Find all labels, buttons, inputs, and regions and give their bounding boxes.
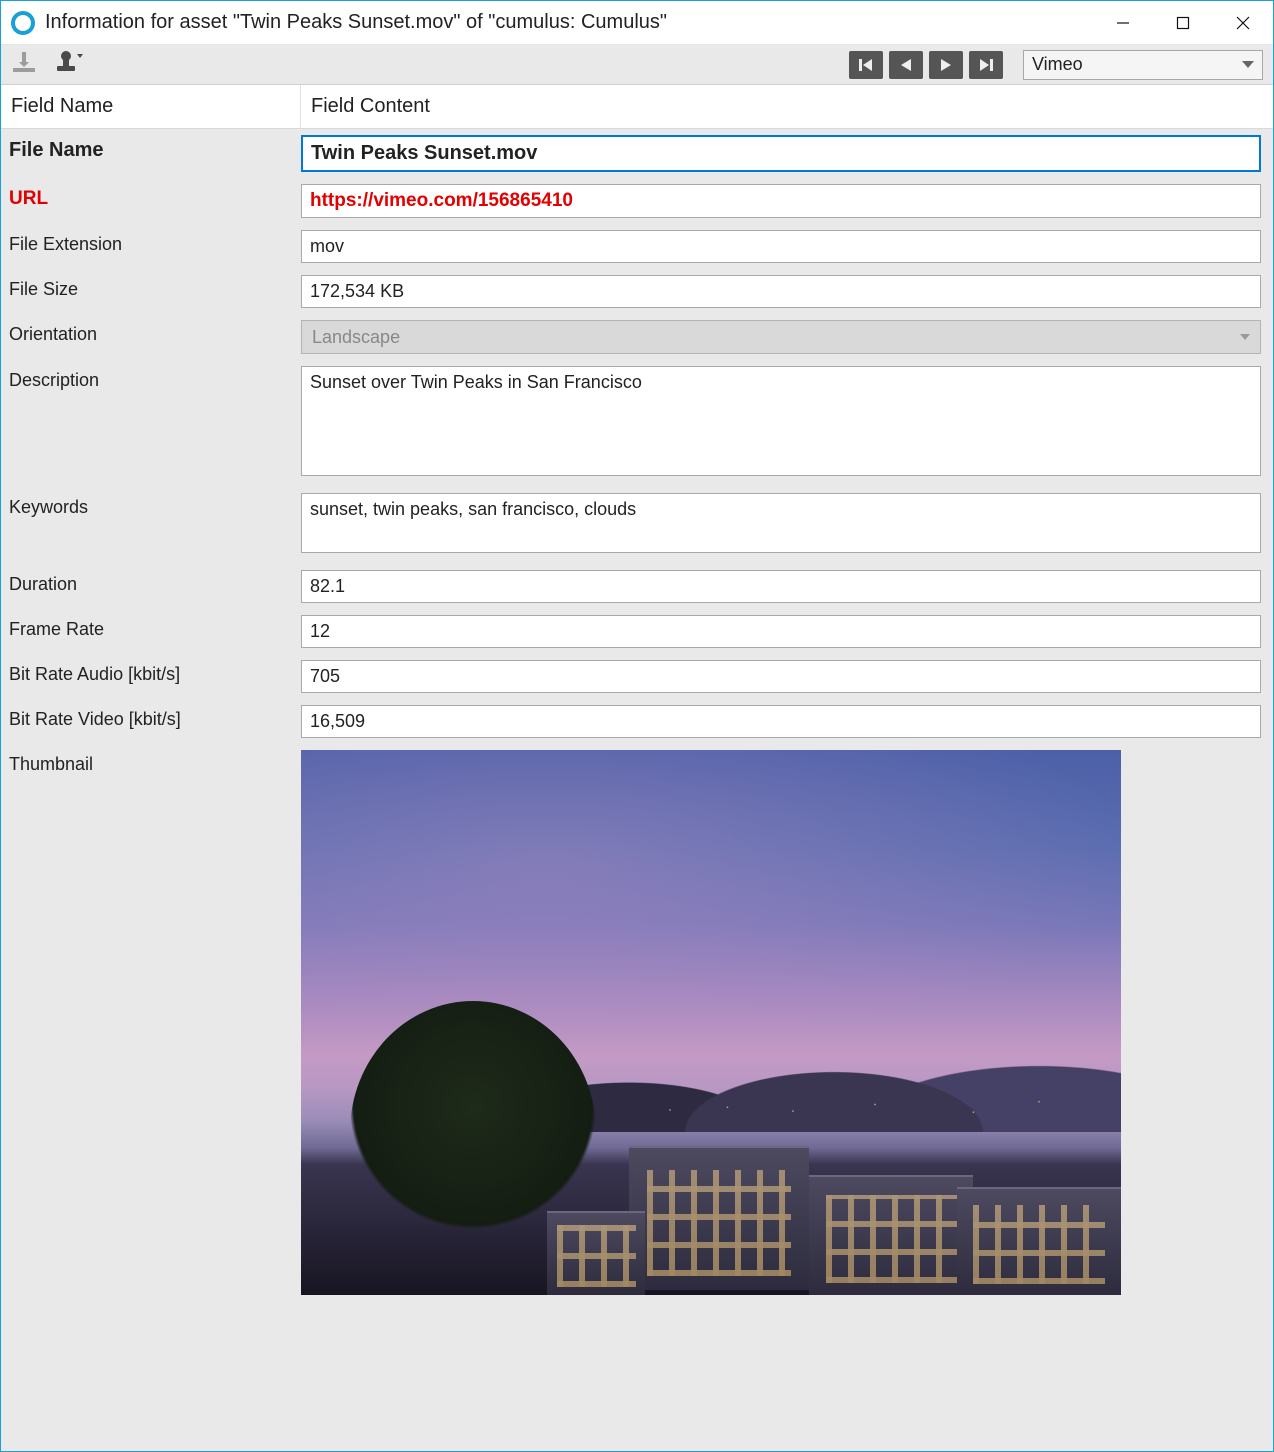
label-file-size: File Size [1,269,301,310]
thumbnail-image [301,750,1121,1295]
label-frame-rate: Frame Rate [1,609,301,650]
label-bit-rate-video: Bit Rate Video [kbit/s] [1,699,301,740]
stamp-icon[interactable] [55,50,85,79]
field-frame-rate: Frame Rate [1,609,1273,654]
nav-prev-icon [899,58,913,72]
nav-first-icon [858,58,874,72]
close-icon [1236,16,1250,30]
field-orientation: Orientation Landscape [1,314,1273,360]
field-duration: Duration [1,564,1273,609]
select-orientation-value: Landscape [312,327,400,348]
chevron-down-icon [1242,61,1254,68]
window-controls [1093,1,1273,44]
titlebar: Information for asset "Twin Peaks Sunset… [1,1,1273,45]
label-url: URL [1,178,301,220]
close-button[interactable] [1213,1,1273,44]
input-file-extension[interactable] [301,230,1261,263]
input-file-name[interactable] [301,135,1261,172]
input-url[interactable] [301,184,1261,218]
column-headers: Field Name Field Content [1,85,1273,129]
body: File Name URL File Extension File Size O [1,129,1273,1451]
field-bit-rate-audio: Bit Rate Audio [kbit/s] [1,654,1273,699]
scroll-pane[interactable]: File Name URL File Extension File Size O [1,129,1273,1451]
window: Information for asset "Twin Peaks Sunset… [0,0,1274,1452]
field-description: Description [1,360,1273,487]
field-bit-rate-video: Bit Rate Video [kbit/s] [1,699,1273,744]
input-description[interactable] [301,366,1261,476]
label-keywords: Keywords [1,487,301,528]
field-file-size: File Size [1,269,1273,314]
input-duration[interactable] [301,570,1261,603]
minimize-icon [1116,16,1130,30]
label-file-name: File Name [1,129,301,172]
label-duration: Duration [1,564,301,605]
nav-last-icon [978,58,994,72]
toolbar: Vimeo [1,45,1273,85]
chevron-down-icon [1240,334,1250,340]
select-orientation[interactable]: Landscape [301,320,1261,354]
nav-last-button[interactable] [969,51,1003,79]
field-file-extension: File Extension [1,224,1273,269]
label-thumbnail: Thumbnail [1,744,301,785]
input-keywords[interactable] [301,493,1261,553]
input-frame-rate[interactable] [301,615,1261,648]
maximize-icon [1176,16,1190,30]
label-file-extension: File Extension [1,224,301,265]
view-select[interactable]: Vimeo [1023,50,1263,80]
field-thumbnail: Thumbnail [1,744,1273,1309]
nav-next-icon [939,58,953,72]
nav-first-button[interactable] [849,51,883,79]
nav-next-button[interactable] [929,51,963,79]
input-file-size[interactable] [301,275,1261,308]
field-file-name: File Name [1,129,1273,178]
field-url: URL [1,178,1273,224]
label-description: Description [1,360,301,401]
nav-prev-button[interactable] [889,51,923,79]
header-field-content: Field Content [301,85,1273,128]
field-keywords: Keywords [1,487,1273,564]
nav-group [849,51,1003,79]
input-bit-rate-audio[interactable] [301,660,1261,693]
view-select-value: Vimeo [1032,54,1083,75]
app-icon [11,11,35,35]
input-bit-rate-video[interactable] [301,705,1261,738]
window-title: Information for asset "Twin Peaks Sunset… [45,11,1093,34]
minimize-button[interactable] [1093,1,1153,44]
download-icon[interactable] [11,50,37,79]
header-field-name: Field Name [1,85,301,128]
maximize-button[interactable] [1153,1,1213,44]
label-orientation: Orientation [1,314,301,355]
label-bit-rate-audio: Bit Rate Audio [kbit/s] [1,654,301,695]
